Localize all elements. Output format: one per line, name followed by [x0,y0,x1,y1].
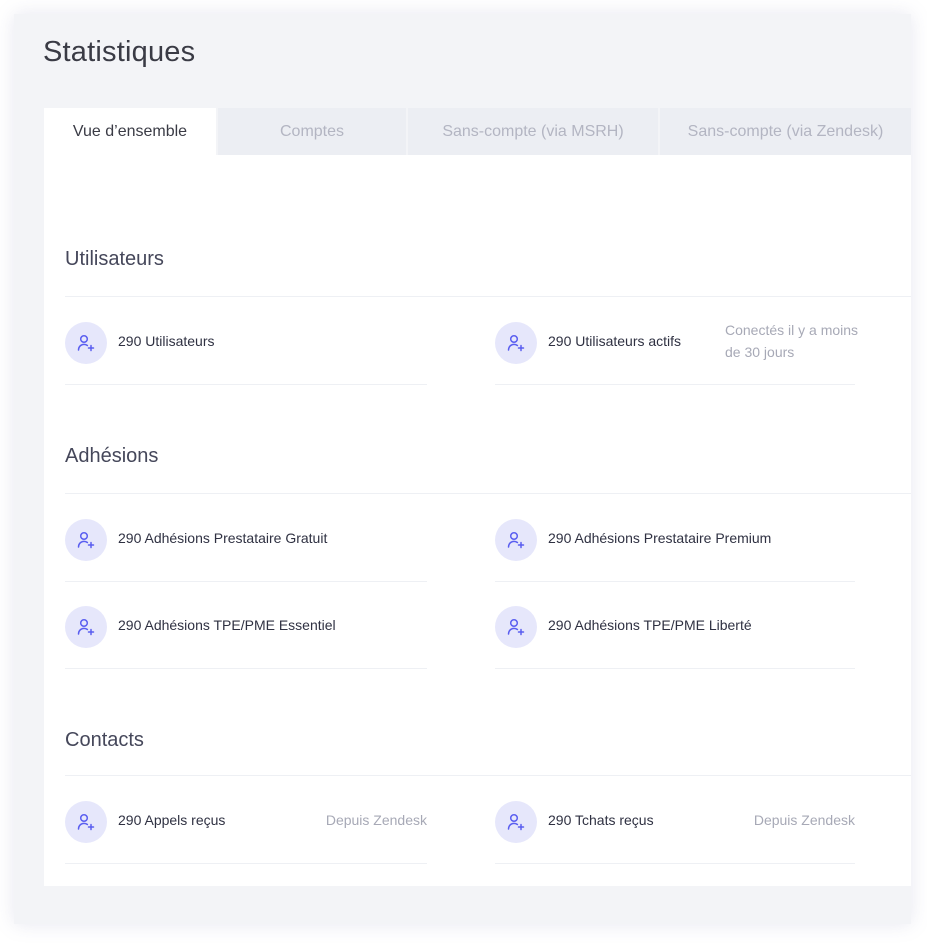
tab-sans-compte-zendesk[interactable]: Sans-compte (via Zendesk) [660,108,911,155]
stat-utilisateurs: 290 Utilisateurs [65,297,427,385]
section-title-adhesions: Adhésions [65,445,159,467]
user-plus-icon [65,322,107,364]
stat-adhesions-tpe-pme-liberte: 290 Adhésions TPE/PME Liberté [495,581,855,669]
stat-label: 290 Adhésions Prestataire Premium [548,530,772,546]
user-plus-icon [65,606,107,648]
tab-vue-ensemble[interactable]: Vue d’ensemble [44,108,218,155]
tab-sans-compte-msrh[interactable]: Sans-compte (via MSRH) [408,108,660,155]
statistics-card: Statistiques Vue d’ensemble Comptes Sans… [14,14,911,924]
page-title: Statistiques [43,36,196,68]
user-plus-icon [495,801,537,843]
stat-note: Conectés il y a moins de 30 jours [725,322,859,360]
user-plus-icon [495,322,537,364]
stat-label: 290 Utilisateurs actifs [548,333,682,349]
stat-label: 290 Utilisateurs [118,333,215,349]
stat-label: 290 Adhésions TPE/PME Essentiel [118,617,336,633]
stat-label: 290 Appels reçus [118,812,226,828]
stat-note: Depuis Zendesk [753,812,855,828]
stat-utilisateurs-actifs: 290 Utilisateurs actifs Conectés il y a … [495,297,858,385]
tab-comptes[interactable]: Comptes [218,108,408,155]
user-plus-icon [495,519,537,561]
stat-note: Depuis Zendesk [325,812,427,828]
stat-label: 290 Adhésions TPE/PME Liberté [548,617,752,633]
stat-adhesions-prestataire-premium: 290 Adhésions Prestataire Premium [495,494,855,582]
stat-label: 290 Adhésions Prestataire Gratuit [118,530,328,546]
tab-panel: Utilisateurs 290 Utilisateurs 290 Utilis… [44,155,911,886]
stat-label: 290 Tchats reçus [548,812,654,828]
tab-bar: Vue d’ensemble Comptes Sans-compte (via … [44,108,911,155]
section-title-utilisateurs: Utilisateurs [65,248,164,270]
user-plus-icon [65,519,107,561]
user-plus-icon [495,606,537,648]
stat-appels-recus: 290 Appels reçus Depuis Zendesk [65,776,427,864]
stat-adhesions-tpe-pme-essentiel: 290 Adhésions TPE/PME Essentiel [65,581,427,669]
section-title-contacts: Contacts [65,729,144,751]
stat-tchats-recus: 290 Tchats reçus Depuis Zendesk [495,776,855,864]
stat-adhesions-prestataire-gratuit: 290 Adhésions Prestataire Gratuit [65,494,427,582]
user-plus-icon [65,801,107,843]
